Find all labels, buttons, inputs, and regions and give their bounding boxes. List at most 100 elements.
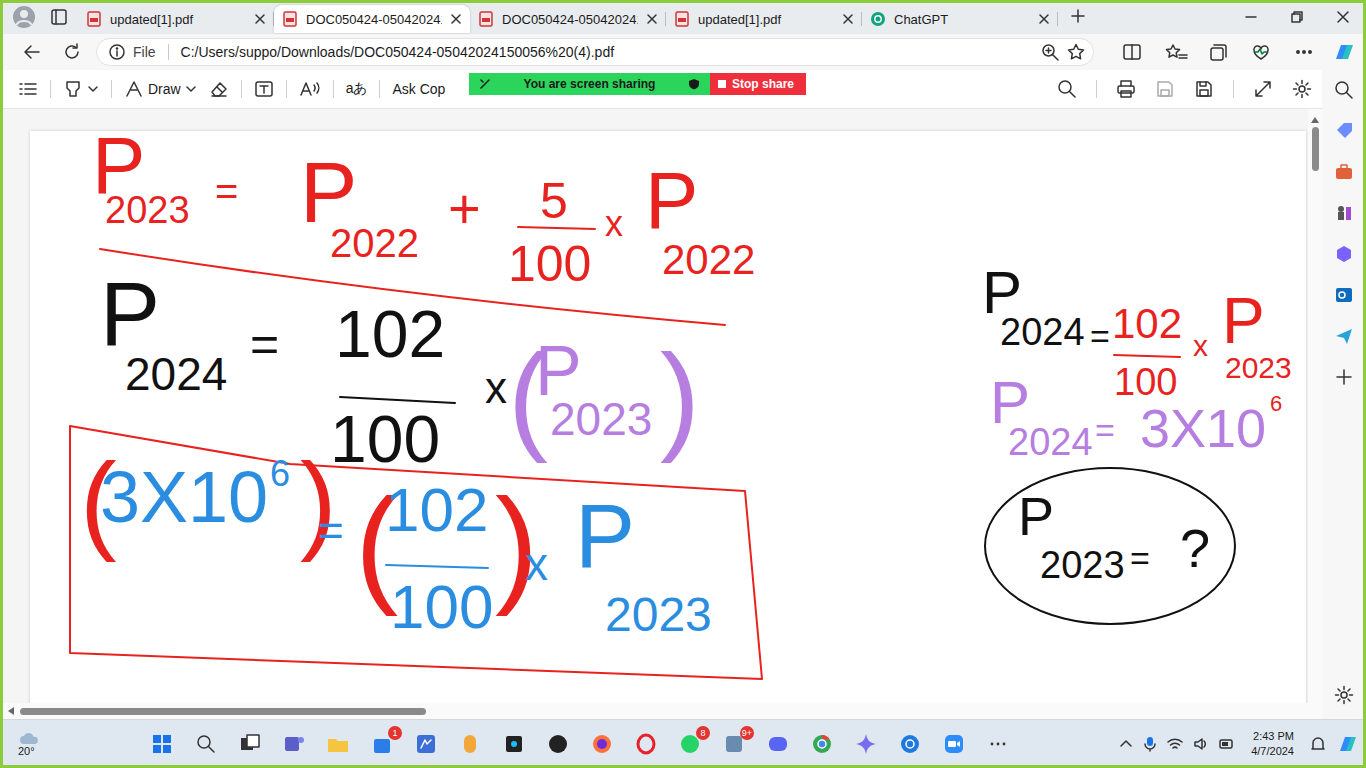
text-box-icon[interactable]: [254, 79, 274, 99]
taskbar-app[interactable]: [410, 728, 442, 760]
chevron-up-icon[interactable]: [1119, 737, 1133, 751]
taskbar-app[interactable]: [850, 728, 882, 760]
save-icon[interactable]: [1155, 79, 1175, 99]
draw-tool[interactable]: Draw: [124, 79, 197, 99]
battery-icon[interactable]: [1219, 737, 1235, 751]
taskbar-app[interactable]: [498, 728, 530, 760]
handwritten-mark: 102: [1112, 303, 1182, 345]
more-apps-icon: [986, 732, 1010, 756]
fraction-bar: [518, 227, 595, 229]
wifi-icon[interactable]: [1167, 737, 1183, 751]
browser-tab[interactable]: updated[1].pdf: [666, 5, 862, 33]
handwritten-mark: 102: [335, 301, 445, 367]
browser-tab[interactable]: DOC050424-050420241500: [274, 5, 470, 33]
browser-tab[interactable]: ChatGPT: [862, 5, 1058, 33]
address-url[interactable]: C:/Users/suppo/Downloads/DOC050424-05042…: [181, 44, 1033, 60]
taskbar-app[interactable]: [762, 728, 794, 760]
print-icon[interactable]: [1116, 79, 1136, 99]
taskbar-app[interactable]: 9+: [718, 728, 750, 760]
pdf-viewport[interactable]: P2023=P2022+5100xP2022P2024=102100x(P202…: [0, 109, 1308, 703]
taskbar-app[interactable]: 8: [674, 728, 706, 760]
tab-actions-icon[interactable]: [50, 8, 68, 26]
taskbar-app[interactable]: [322, 728, 354, 760]
discord-icon: [766, 732, 790, 756]
zoom-icon[interactable]: [1041, 43, 1059, 61]
split-screen-icon[interactable]: [1116, 43, 1148, 61]
back-button[interactable]: [16, 37, 48, 67]
handwritten-mark: 2024: [125, 351, 227, 397]
microphone-icon[interactable]: [1143, 736, 1157, 752]
translate-button[interactable]: aあ: [346, 80, 368, 98]
taskbar-app[interactable]: [586, 728, 618, 760]
chess-icon[interactable]: [1334, 203, 1354, 223]
taskbar-app[interactable]: [190, 728, 222, 760]
close-window-button[interactable]: [1320, 0, 1366, 34]
save-as-icon[interactable]: [1194, 79, 1214, 99]
highlighter-icon: [63, 79, 83, 99]
browser-tab[interactable]: DOC050424-050420241500: [470, 5, 666, 33]
notification-badge: 9+: [740, 726, 754, 740]
chevron-down-icon: [87, 83, 99, 95]
health-icon[interactable]: [1245, 43, 1277, 61]
settings-icon[interactable]: [1292, 79, 1312, 99]
close-icon[interactable]: [646, 13, 658, 25]
taskbar-app[interactable]: [542, 728, 574, 760]
handwritten-mark: P: [1018, 489, 1054, 543]
outlook-icon[interactable]: [1334, 285, 1354, 305]
more-icon[interactable]: [1288, 43, 1320, 61]
refresh-button[interactable]: [56, 37, 88, 67]
notification-icon[interactable]: [1310, 736, 1326, 752]
taskbar-app[interactable]: [938, 728, 970, 760]
weather-widget[interactable]: 20°: [18, 731, 98, 757]
close-icon[interactable]: [1038, 13, 1050, 25]
volume-icon[interactable]: [1193, 737, 1209, 751]
minimize-button[interactable]: [1228, 0, 1274, 34]
collections-icon[interactable]: [1202, 43, 1234, 61]
eraser-icon[interactable]: [209, 79, 229, 99]
taskbar-app[interactable]: [806, 728, 838, 760]
favorites-icon[interactable]: [1159, 43, 1191, 61]
content-column: DrawaあAsk CopYou are screen sharingStop …: [0, 70, 1322, 719]
copilot-icon[interactable]: [1336, 733, 1358, 755]
copilot-icon[interactable]: [1331, 41, 1357, 63]
clock[interactable]: 2:43 PM4/7/2024: [1251, 729, 1294, 759]
tag-icon[interactable]: [1334, 121, 1354, 141]
search-icon[interactable]: [1334, 80, 1354, 100]
taskbar-app[interactable]: [278, 728, 310, 760]
draw-label: Draw: [148, 81, 181, 97]
taskbar-app[interactable]: [982, 728, 1014, 760]
fullscreen-icon[interactable]: [1253, 79, 1273, 99]
taskbar-app[interactable]: [630, 728, 662, 760]
stop-share-button[interactable]: Stop share: [710, 73, 806, 95]
restore-button[interactable]: [1274, 0, 1320, 34]
taskbar-app[interactable]: [454, 728, 486, 760]
send-icon[interactable]: [1334, 326, 1354, 346]
search-icon[interactable]: [1057, 79, 1077, 99]
handwritten-mark: 2024: [1000, 313, 1085, 351]
contents-icon[interactable]: [18, 80, 38, 98]
scroll-thumb[interactable]: [20, 708, 426, 715]
close-icon[interactable]: [450, 13, 462, 25]
ask-copilot-button[interactable]: Ask Cop: [392, 81, 445, 97]
vertical-scrollbar[interactable]: [1308, 109, 1322, 703]
scroll-thumb[interactable]: [1312, 127, 1319, 171]
address-bar[interactable]: FileC:/Users/suppo/Downloads/DOC050424-0…: [96, 38, 1094, 66]
microsoft365-icon[interactable]: [1334, 244, 1354, 264]
horizontal-scrollbar[interactable]: [0, 703, 1322, 719]
close-icon[interactable]: [842, 13, 854, 25]
favorite-star-icon[interactable]: [1067, 43, 1085, 61]
new-tab-button[interactable]: [1070, 8, 1086, 27]
taskbar-app[interactable]: [146, 728, 178, 760]
briefcase-icon[interactable]: [1334, 162, 1354, 182]
taskbar-app[interactable]: [234, 728, 266, 760]
highlight-tool[interactable]: [63, 79, 99, 99]
profile-icon[interactable]: [12, 5, 36, 29]
add-icon[interactable]: [1334, 367, 1354, 387]
taskbar-app[interactable]: 1: [366, 728, 398, 760]
info-icon[interactable]: [109, 44, 125, 60]
close-icon[interactable]: [254, 13, 266, 25]
settings-icon[interactable]: [1334, 685, 1354, 705]
taskbar-app[interactable]: [894, 728, 926, 760]
read-aloud-icon[interactable]: [299, 79, 321, 99]
browser-tab[interactable]: updated[1].pdf: [78, 5, 274, 33]
